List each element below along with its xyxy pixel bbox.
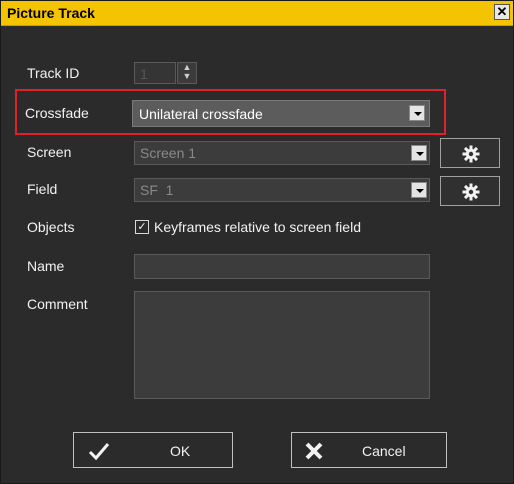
track-id-value: 1	[140, 66, 148, 82]
cancel-label: Cancel	[362, 443, 406, 459]
gear-icon	[462, 183, 480, 201]
name-input[interactable]	[134, 254, 430, 279]
chevron-down-icon[interactable]	[409, 105, 425, 121]
crossfade-value: Unilateral crossfade	[139, 106, 263, 122]
title-bar[interactable]: Picture Track ✕	[1, 1, 513, 26]
field-value: SF 1	[140, 182, 174, 198]
comment-textarea[interactable]	[134, 291, 430, 399]
track-id-label: Track ID	[27, 65, 80, 81]
field-dropdown[interactable]: SF 1	[134, 178, 430, 202]
track-id-stepper: ▲ ▼	[177, 62, 197, 84]
close-icon: ✕	[496, 4, 508, 19]
name-label: Name	[27, 258, 65, 274]
keyframes-relative-label[interactable]: Keyframes relative to screen field	[154, 219, 361, 235]
x-icon	[305, 442, 323, 460]
stepper-down-icon: ▼	[182, 71, 192, 81]
ok-button[interactable]: OK	[73, 432, 233, 468]
dialog-title: Picture Track	[7, 5, 95, 21]
picture-track-dialog: Picture Track ✕ Track ID 1 ▲ ▼ Crossfade…	[0, 0, 514, 484]
checkmark-icon	[88, 443, 110, 461]
screen-label: Screen	[27, 144, 72, 160]
chevron-down-icon[interactable]	[411, 182, 427, 198]
checkmark-icon: ✓	[137, 221, 147, 233]
gear-icon	[462, 145, 480, 163]
chevron-down-icon[interactable]	[411, 145, 427, 161]
screen-settings-button[interactable]	[440, 138, 500, 168]
ok-label: OK	[170, 443, 191, 459]
close-button[interactable]: ✕	[494, 4, 510, 20]
comment-label: Comment	[27, 296, 88, 312]
field-label: Field	[27, 181, 58, 197]
cancel-button[interactable]: Cancel	[291, 432, 447, 468]
crossfade-label: Crossfade	[25, 105, 89, 121]
screen-dropdown[interactable]: Screen 1	[134, 141, 430, 165]
screen-value: Screen 1	[140, 145, 197, 161]
track-id-input: 1	[134, 62, 176, 84]
objects-label: Objects	[27, 219, 75, 235]
keyframes-relative-checkbox[interactable]: ✓	[135, 220, 149, 234]
crossfade-dropdown[interactable]: Unilateral crossfade	[132, 100, 430, 127]
field-settings-button[interactable]	[440, 176, 500, 206]
